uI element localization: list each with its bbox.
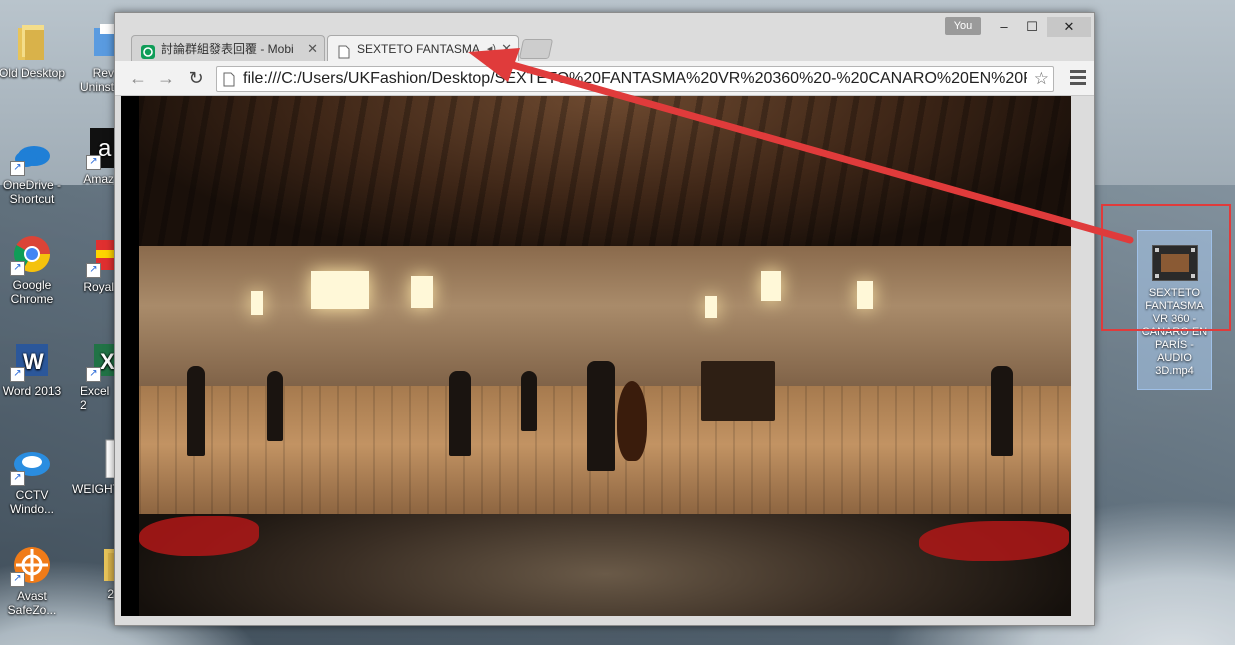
desktop-icon-label: Royal bbox=[83, 280, 114, 294]
shortcut-arrow-icon: ↗ bbox=[86, 155, 101, 170]
video-window-light bbox=[411, 276, 433, 308]
video-person bbox=[991, 366, 1013, 456]
address-text: file:///C:/Users/UKFashion/Desktop/SEXTE… bbox=[243, 70, 1027, 87]
desktop-icon-cctv[interactable]: ↗ CCTV Windo... bbox=[0, 444, 68, 516]
desktop-icon-old-desktop[interactable]: Old Desktop bbox=[0, 22, 68, 80]
hangouts-favicon bbox=[141, 42, 155, 59]
close-tab-icon[interactable]: ✕ bbox=[501, 36, 512, 62]
page-favicon bbox=[337, 42, 351, 59]
desktop-icon-label: Excel 2 bbox=[80, 384, 110, 412]
new-tab-button[interactable] bbox=[518, 39, 554, 59]
close-tab-icon[interactable]: ✕ bbox=[307, 36, 318, 62]
forward-button[interactable]: → bbox=[155, 67, 177, 89]
audio-playing-icon: ◂) bbox=[486, 43, 496, 55]
page-icon bbox=[223, 71, 235, 87]
svg-text:W: W bbox=[23, 349, 44, 374]
bookmark-star-icon[interactable]: ☆ bbox=[1034, 67, 1049, 91]
avast-icon: ↗ bbox=[10, 545, 52, 587]
shortcut-arrow-icon: ↗ bbox=[86, 263, 101, 278]
desktop-icon-label: CCTV Windo... bbox=[9, 488, 54, 516]
desktop-icon-avast[interactable]: ↗ Avast SafeZo... bbox=[0, 545, 68, 617]
shortcut-arrow-icon: ↗ bbox=[10, 161, 25, 176]
desktop-icon-word-2013[interactable]: W ↗ Word 2013 bbox=[0, 340, 68, 398]
shortcut-arrow-icon: ↗ bbox=[10, 261, 25, 276]
chrome-icon: ↗ bbox=[10, 234, 52, 276]
video-person bbox=[587, 361, 615, 471]
back-button[interactable]: ← bbox=[127, 67, 149, 89]
shortcut-arrow-icon: ↗ bbox=[10, 367, 25, 382]
reload-button[interactable]: ↻ bbox=[185, 67, 207, 89]
chrome-window: You – ☐ ✕ 討論群組發表回覆 - Mobi ✕ SEXTETO FANT… bbox=[114, 12, 1095, 626]
cctv-icon: ↗ bbox=[10, 444, 52, 486]
tab-title: SEXTETO FANTASMA bbox=[357, 42, 480, 56]
shortcut-arrow-icon: ↗ bbox=[10, 471, 25, 486]
onedrive-icon: ↗ bbox=[10, 134, 52, 176]
tab-sexteto-fantasma[interactable]: SEXTETO FANTASMA ◂) ✕ bbox=[327, 35, 519, 62]
svg-text:X: X bbox=[100, 349, 115, 374]
video-frame[interactable] bbox=[139, 96, 1071, 616]
video-double-bass bbox=[617, 381, 647, 461]
desktop-icon-label: Avast SafeZo... bbox=[7, 589, 57, 617]
tab-title: 討論群組發表回覆 - Mobi bbox=[161, 42, 294, 56]
video-person bbox=[267, 371, 283, 441]
video-viewport[interactable] bbox=[121, 96, 1071, 616]
desktop-icon-label: Old Desktop bbox=[0, 66, 66, 80]
desktop-icon-label: Rev Uninst bbox=[79, 66, 114, 94]
desktop-icon-label: WEIGHT bbox=[72, 482, 114, 496]
video-window-light bbox=[857, 281, 873, 309]
title-bar: You – ☐ ✕ 討論群組發表回覆 - Mobi ✕ SEXTETO FANT… bbox=[115, 13, 1094, 62]
chrome-menu-icon[interactable] bbox=[1070, 67, 1086, 87]
video-window-light bbox=[311, 271, 369, 309]
folder-icon bbox=[12, 22, 52, 62]
desktop-icon-google-chrome[interactable]: ↗ Google Chrome bbox=[0, 234, 68, 306]
desktop-icon-onedrive[interactable]: ↗ OneDrive - Shortcut bbox=[0, 134, 68, 206]
desktop-icon-label: Amaz bbox=[83, 172, 114, 186]
video-window-light bbox=[705, 296, 717, 318]
video-red-logo bbox=[919, 521, 1069, 561]
shortcut-arrow-icon: ↗ bbox=[10, 572, 25, 587]
address-bar[interactable]: file:///C:/Users/UKFashion/Desktop/SEXTE… bbox=[216, 66, 1054, 92]
video-piano bbox=[701, 361, 775, 421]
close-window-button[interactable]: ✕ bbox=[1047, 17, 1091, 37]
shortcut-arrow-icon: ↗ bbox=[86, 367, 101, 382]
video-red-logo bbox=[139, 516, 259, 556]
video-person bbox=[187, 366, 205, 456]
desktop-icon-label: Google Chrome bbox=[10, 278, 54, 306]
video-person bbox=[521, 371, 537, 431]
desktop-icon-label: Word 2013 bbox=[2, 384, 62, 398]
profile-button[interactable]: You bbox=[945, 17, 981, 35]
video-window-light bbox=[251, 291, 263, 315]
desktop-icon-label: 2 bbox=[107, 587, 114, 601]
minimize-button[interactable]: – bbox=[991, 17, 1017, 37]
video-person bbox=[449, 371, 471, 456]
tab-discussion[interactable]: 討論群組發表回覆 - Mobi ✕ bbox=[131, 35, 325, 62]
desktop-icon-label: OneDrive - Shortcut bbox=[2, 178, 61, 206]
maximize-button[interactable]: ☐ bbox=[1019, 17, 1045, 37]
word-icon: W ↗ bbox=[10, 340, 52, 382]
video-window-light bbox=[761, 271, 781, 301]
video-ceiling bbox=[139, 96, 1071, 266]
browser-toolbar: ← → ↻ file:///C:/Users/UKFashion/Desktop… bbox=[115, 61, 1094, 96]
highlight-box bbox=[1101, 204, 1231, 331]
